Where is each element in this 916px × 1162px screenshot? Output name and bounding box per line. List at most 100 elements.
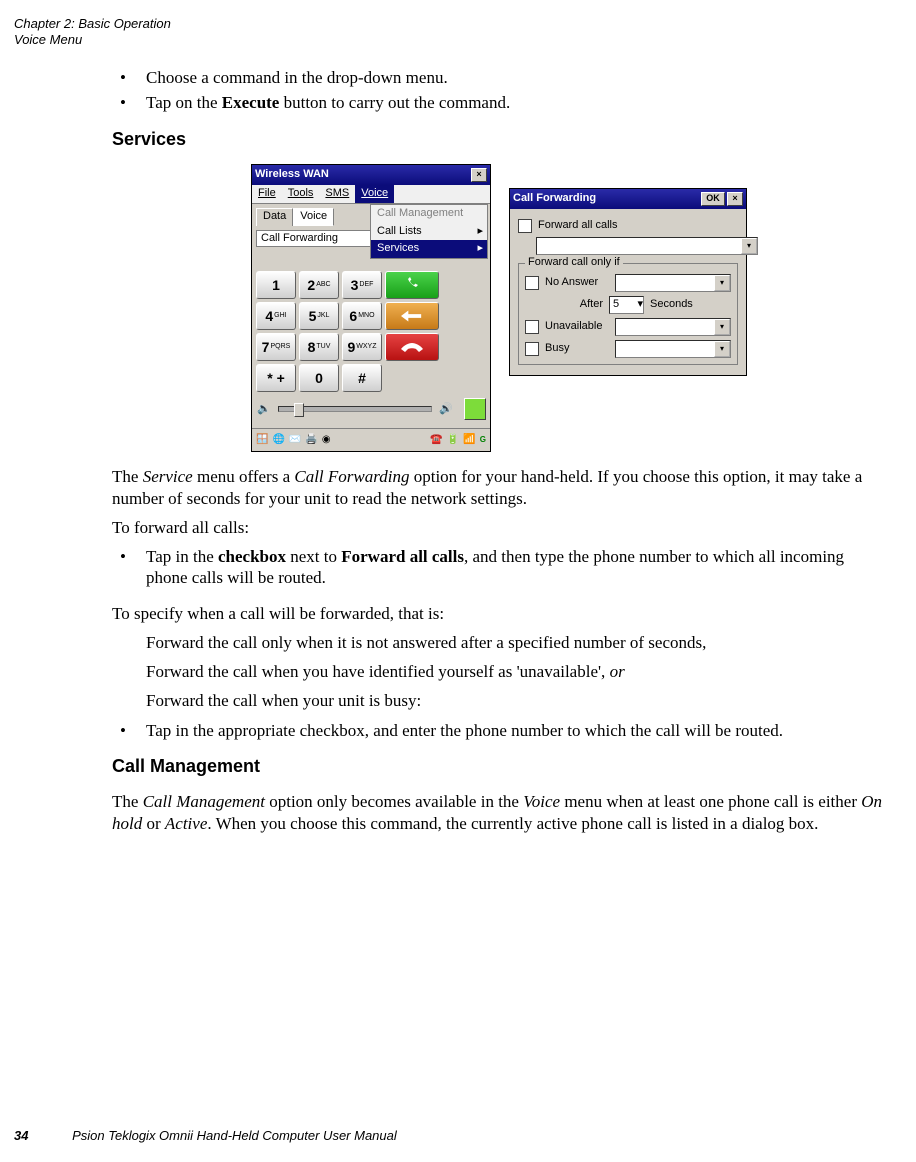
chevron-right-icon: ▸ — [477, 225, 483, 239]
key-5[interactable]: 5JKL — [299, 302, 339, 330]
key-9[interactable]: 9WXYZ — [342, 333, 382, 361]
taskbar: 🪟 🌐 ✉️ 🖨️ ◉ ☎️ 🔋 📶 G — [252, 428, 490, 451]
tray-g-icon: G — [480, 435, 486, 445]
call-management-heading: Call Management — [112, 755, 886, 778]
chevron-right-icon: ▸ — [477, 242, 483, 256]
tray-icon[interactable]: ✉️ — [289, 434, 301, 447]
dialpad: 1 2ABC 3DEF 4GHI 5JKL 6MNO 7PQRS 8TUV 9W… — [256, 271, 486, 392]
tab-voice[interactable]: Voice — [293, 208, 334, 226]
tab-data[interactable]: Data — [256, 208, 293, 226]
forward-all-checkbox[interactable]: Forward all calls — [518, 219, 738, 233]
chevron-down-icon[interactable]: ▾ — [714, 275, 730, 291]
close-icon[interactable]: × — [471, 168, 487, 182]
footer-text: Psion Teklogix Omnii Hand-Held Computer … — [72, 1128, 397, 1143]
indented-1: Forward the call only when it is not ans… — [146, 632, 886, 653]
page-number: 34 — [14, 1128, 28, 1143]
key-star[interactable]: * + — [256, 364, 296, 392]
para-specify: To specify when a call will be forwarded… — [112, 603, 886, 624]
key-8[interactable]: 8TUV — [299, 333, 339, 361]
forward-all-combo[interactable]: ▾ — [536, 237, 758, 255]
busy-combo[interactable]: ▾ — [615, 340, 731, 358]
speaker-low-icon: 🔈 — [256, 401, 272, 417]
intro-bullet-1: Choose a command in the drop-down menu. — [112, 67, 886, 88]
noanswer-checkbox[interactable] — [525, 276, 539, 290]
para-call-management: The Call Management option only becomes … — [112, 791, 886, 834]
menu-file[interactable]: File — [252, 185, 282, 203]
cfw-body: Forward all calls ▾ Forward call only if… — [510, 209, 746, 375]
menu-tools[interactable]: Tools — [282, 185, 320, 203]
header-chapter: Chapter 2: Basic Operation — [14, 16, 171, 31]
voice-dropdown: Call Management Call Lists▸ Services▸ — [370, 204, 488, 259]
wwan-title: Wireless WAN — [255, 168, 329, 182]
noanswer-combo[interactable]: ▾ — [615, 274, 731, 292]
after-seconds-select[interactable]: 5 ▾ — [609, 296, 644, 314]
page-content: Choose a command in the drop-down menu. … — [0, 47, 916, 834]
voice-menu-call-management: Call Management — [371, 205, 487, 223]
wireless-wan-window: Wireless WAN × File Tools SMS Voice Data… — [251, 164, 491, 452]
indented-2: Forward the call when you have identifie… — [146, 661, 886, 682]
chevron-down-icon[interactable]: ▾ — [741, 238, 757, 254]
key-3[interactable]: 3DEF — [342, 271, 382, 299]
busy-label: Busy — [545, 342, 609, 356]
wwan-menubar: File Tools SMS Voice — [252, 185, 490, 204]
seconds-label: Seconds — [650, 298, 693, 312]
running-header: Chapter 2: Basic Operation Voice Menu — [0, 0, 916, 47]
chevron-down-icon[interactable]: ▾ — [714, 341, 730, 357]
speaker-high-icon: 🔊 — [438, 401, 454, 417]
call-forwarding-line[interactable]: Call Forwarding — [256, 230, 374, 248]
close-icon[interactable]: × — [727, 192, 743, 206]
tray-icon[interactable]: 🖨️ — [305, 434, 317, 447]
notes-button[interactable] — [464, 398, 486, 420]
indented-3: Forward the call when your unit is busy: — [146, 690, 886, 711]
volume-row: 🔈 🔊 — [256, 398, 486, 420]
group-legend: Forward call only if — [525, 256, 623, 270]
para-forward-all: To forward all calls: — [112, 517, 886, 538]
voice-menu-services[interactable]: Services▸ — [371, 240, 487, 258]
backspace-button[interactable] — [385, 302, 439, 330]
wwan-titlebar: Wireless WAN × — [252, 165, 490, 185]
key-6[interactable]: 6MNO — [342, 302, 382, 330]
intro-bullet-2: Tap on the Execute button to carry out t… — [112, 92, 886, 113]
unavailable-label: Unavailable — [545, 320, 609, 334]
volume-slider[interactable] — [278, 406, 432, 412]
tray-signal-icon: 📶 — [463, 434, 475, 447]
voice-menu-call-lists[interactable]: Call Lists▸ — [371, 223, 487, 241]
key-0[interactable]: 0 — [299, 364, 339, 392]
hangup-button[interactable] — [385, 333, 439, 361]
call-button[interactable] — [385, 271, 439, 299]
call-forwarding-dialog: Call Forwarding OK × Forward all calls ▾… — [509, 188, 747, 376]
tray-icon[interactable]: 🌐 — [272, 434, 284, 447]
menu-voice[interactable]: Voice — [355, 185, 394, 203]
tray-battery-icon: 🔋 — [447, 434, 459, 447]
busy-checkbox[interactable] — [525, 342, 539, 356]
forward-only-if-group: Forward call only if No Answer ▾ After 5… — [518, 263, 738, 365]
approp-bullet: Tap in the appropriate checkbox, and ent… — [112, 720, 886, 741]
unavailable-checkbox[interactable] — [525, 320, 539, 334]
para-service-desc: The Service menu offers a Call Forwardin… — [112, 466, 886, 509]
tray-phone-icon: ☎️ — [430, 434, 442, 447]
noanswer-label: No Answer — [545, 276, 609, 290]
cfw-title: Call Forwarding — [513, 192, 596, 206]
footer: 34 Psion Teklogix Omnii Hand-Held Comput… — [14, 1128, 397, 1144]
key-2[interactable]: 2ABC — [299, 271, 339, 299]
start-icon[interactable]: 🪟 — [256, 434, 268, 447]
screenshots: Wireless WAN × File Tools SMS Voice Data… — [112, 164, 886, 452]
ok-button[interactable]: OK — [701, 192, 725, 206]
unavailable-combo[interactable]: ▾ — [615, 318, 731, 336]
checkbox-icon[interactable] — [518, 219, 532, 233]
chevron-down-icon[interactable]: ▾ — [637, 298, 643, 312]
forward-all-bullet: Tap in the checkbox next to Forward all … — [112, 546, 886, 589]
bullet-approp: Tap in the appropriate checkbox, and ent… — [112, 720, 886, 741]
key-7[interactable]: 7PQRS — [256, 333, 296, 361]
key-hash[interactable]: # — [342, 364, 382, 392]
tray-icon[interactable]: ◉ — [322, 434, 331, 447]
chevron-down-icon[interactable]: ▾ — [714, 319, 730, 335]
menu-sms[interactable]: SMS — [319, 185, 355, 203]
key-4[interactable]: 4GHI — [256, 302, 296, 330]
intro-bullets: Choose a command in the drop-down menu. … — [112, 67, 886, 114]
key-1[interactable]: 1 — [256, 271, 296, 299]
header-section: Voice Menu — [14, 32, 82, 47]
cfw-titlebar: Call Forwarding OK × — [510, 189, 746, 209]
after-label: After — [525, 298, 603, 312]
bullet-forward-all: Tap in the checkbox next to Forward all … — [112, 546, 886, 589]
